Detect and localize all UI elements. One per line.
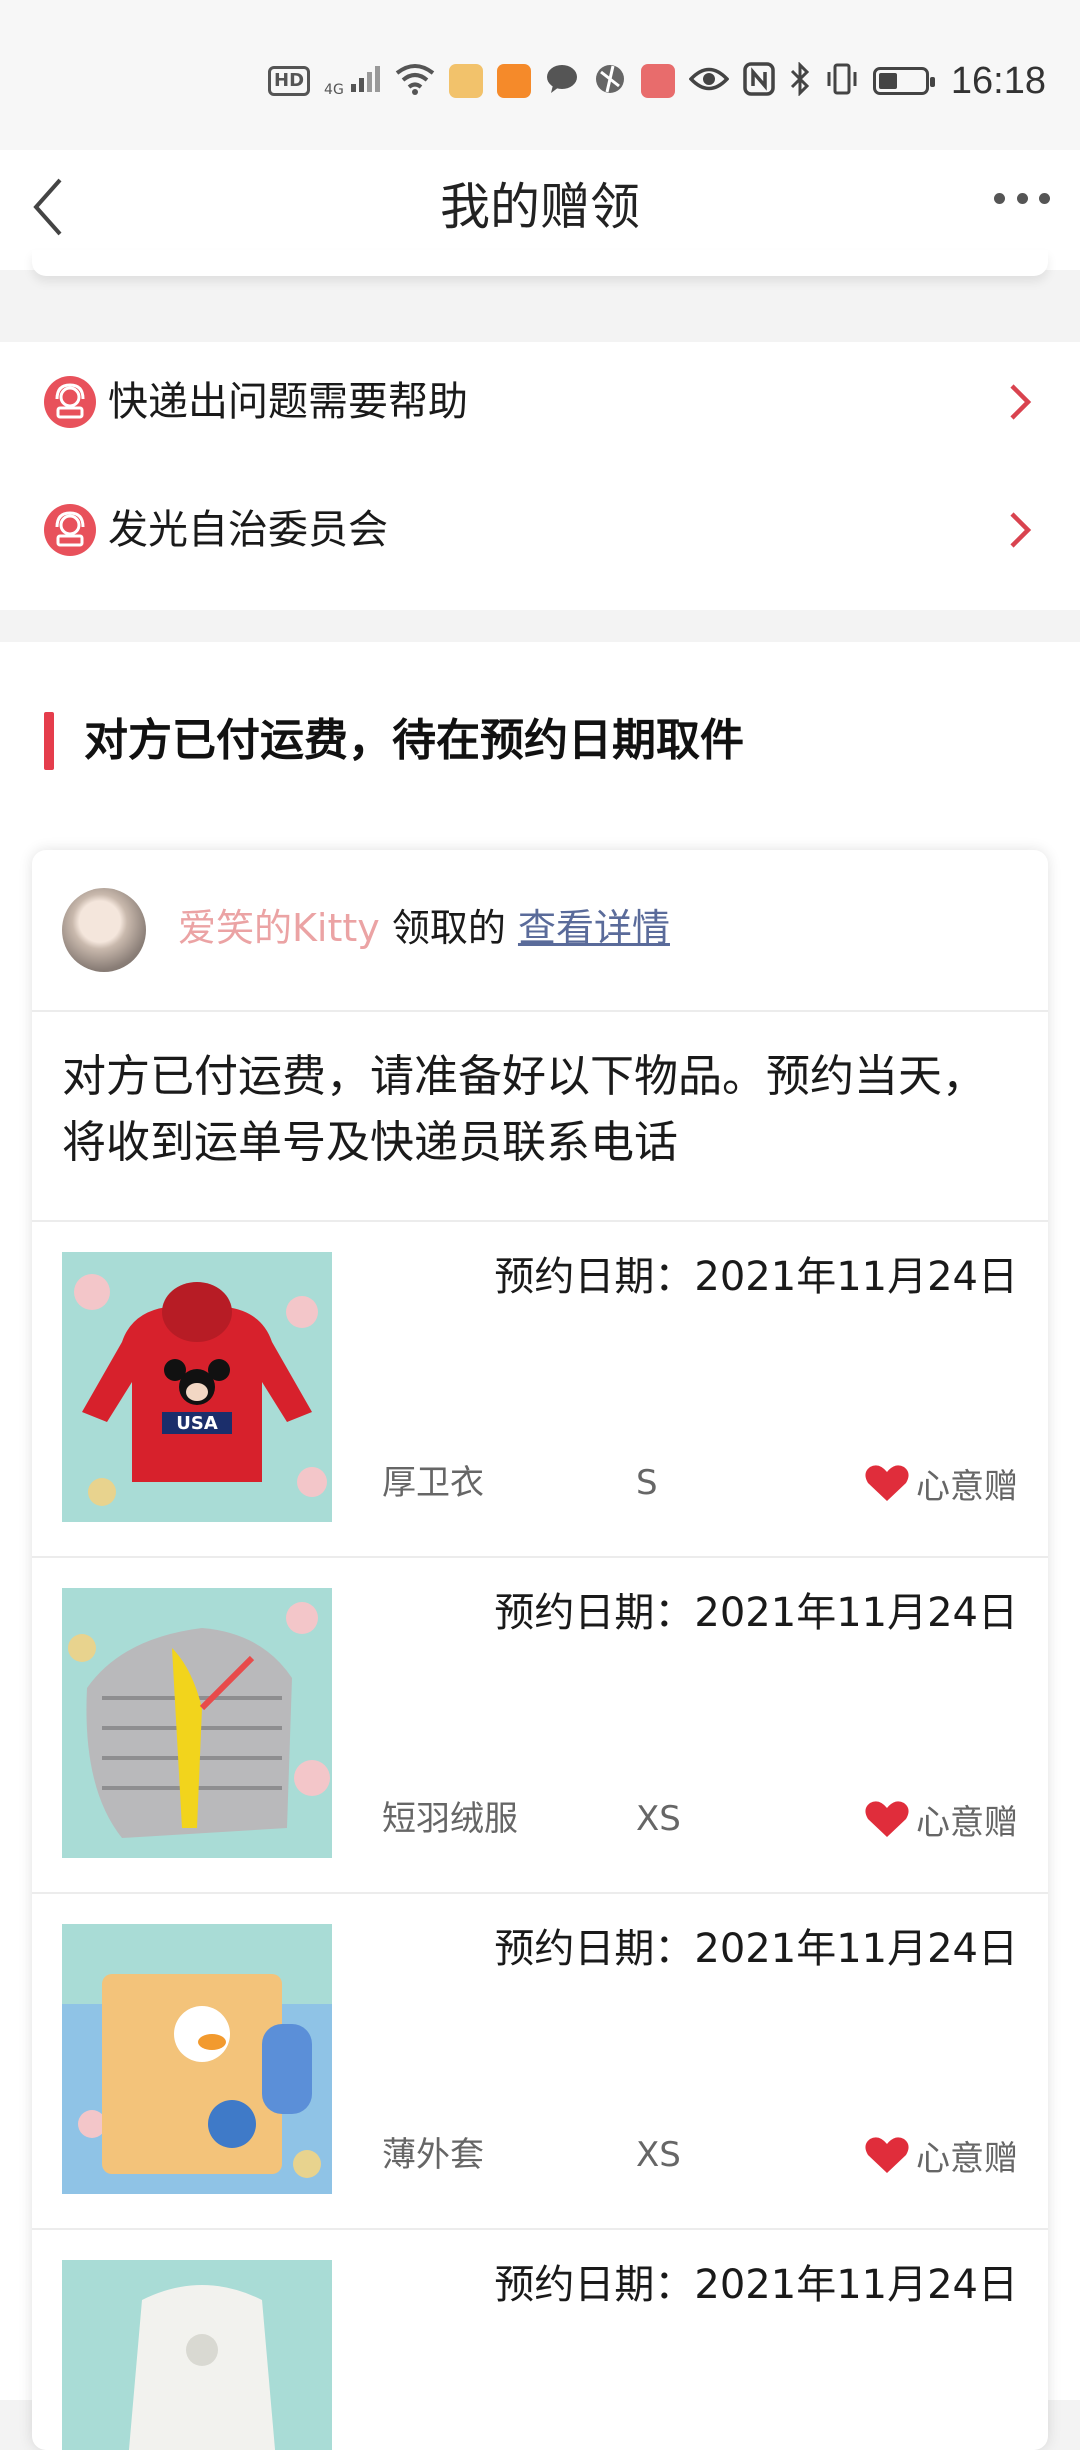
battery-icon: [872, 67, 935, 95]
pickup-date: 预约日期：2021年11月24日: [494, 1926, 1018, 1972]
hd-badge: HD: [268, 66, 311, 96]
notice-box: 对方已付运费，请准备好以下物品。预约当天，将收到运单号及快递员联系电话: [32, 1012, 1048, 1222]
vibrate-icon: [825, 62, 859, 100]
chevron-right-icon: [1008, 382, 1032, 422]
claim-info: 爱笑的Kitty 领取的 查看详情: [178, 896, 670, 960]
wifi-icon: [395, 63, 435, 99]
section-title: 对方已付运费，待在预约日期取件: [84, 715, 744, 766]
gift-badge: 心意赠: [864, 1794, 1018, 1844]
item-photo-white-clothing: [62, 2260, 332, 2450]
status-bar: HD 4G 16:18: [0, 0, 1080, 150]
notes-app-icon: [448, 64, 483, 98]
gift-badge: 心意赠: [864, 2130, 1018, 2180]
claim-word: 领取的: [391, 906, 506, 950]
notice-text: 对方已付运费，请准备好以下物品。预约当天，将收到运单号及快递员联系电话: [62, 1051, 986, 1168]
item-name: 短羽绒服: [382, 1799, 518, 1839]
help-link-delivery-problem[interactable]: 快递出问题需要帮助: [0, 342, 1080, 462]
list-item[interactable]: 预约日期：2021年11月24日: [32, 2230, 1048, 2450]
heart-icon: [865, 1801, 909, 1837]
customer-service-icon: [44, 504, 96, 556]
avatar[interactable]: [62, 888, 146, 972]
svg-text:USA: USA: [176, 1413, 218, 1434]
item-photo-silver-down-jacket: [62, 1588, 332, 1858]
pickup-date: 预约日期：2021年11月24日: [494, 1254, 1018, 1300]
gift-label: 心意赠: [916, 1802, 1018, 1843]
eye-icon: [688, 66, 730, 96]
help-link-label: 快递出问题需要帮助: [108, 379, 468, 425]
calendar-app-icon: [640, 64, 675, 98]
help-link-committee[interactable]: 发光自治委员会: [0, 470, 1080, 590]
pickup-date: 预约日期：2021年11月24日: [494, 1590, 1018, 1636]
gift-label: 心意赠: [916, 2138, 1018, 2179]
card-header: 爱笑的Kitty 领取的 查看详情: [32, 850, 1048, 1012]
browser-icon: [593, 62, 627, 100]
page-title: 我的赠领: [440, 178, 640, 236]
chevron-right-icon: [1008, 510, 1032, 550]
signal-icon: 4G: [324, 64, 381, 98]
clock: 16:18: [950, 59, 1046, 102]
gift-label: 心意赠: [916, 1466, 1018, 1507]
item-size: S: [636, 1463, 658, 1503]
heart-icon: [865, 1465, 909, 1501]
item-size: XS: [636, 2135, 681, 2175]
claim-card: 爱笑的Kitty 领取的 查看详情 对方已付运费，请准备好以下物品。预约当天，将…: [32, 850, 1048, 2450]
item-photo-yellow-light-jacket: [62, 1924, 332, 2194]
heart-icon: [865, 2137, 909, 2173]
item-name: 薄外套: [382, 2135, 484, 2175]
pickup-section: 对方已付运费，待在预约日期取件 爱笑的Kitty 领取的 查看详情 对方已付运费…: [0, 642, 1080, 2450]
more-options-icon[interactable]: [994, 188, 1050, 208]
help-links-section: 快递出问题需要帮助 发光自治委员会: [0, 342, 1080, 610]
nfc-icon: [743, 62, 775, 100]
bluetooth-icon: [789, 61, 811, 100]
section-accent-bar: [44, 712, 54, 770]
previous-card-edge: [32, 250, 1048, 276]
item-photo-red-hoodie: USA: [62, 1252, 332, 1522]
list-item[interactable]: 预约日期：2021年11月24日 短羽绒服 XS 心意赠: [32, 1558, 1048, 1894]
status-icons: HD 4G 16:18: [268, 58, 1046, 104]
message-icon: [545, 63, 579, 99]
claimer-name[interactable]: 爱笑的Kitty: [178, 906, 380, 950]
customer-service-icon: [44, 376, 96, 428]
network-type-label: 4G: [324, 82, 344, 98]
pickup-date: 预约日期：2021年11月24日: [494, 2262, 1018, 2308]
item-size: XS: [636, 1799, 681, 1839]
list-item[interactable]: 预约日期：2021年11月24日 薄外套 XS 心意赠: [32, 1894, 1048, 2230]
video-app-icon: [496, 64, 531, 98]
item-name: 厚卫衣: [382, 1463, 484, 1503]
gift-badge: 心意赠: [864, 1458, 1018, 1508]
help-link-label: 发光自治委员会: [108, 507, 388, 553]
view-details-link[interactable]: 查看详情: [518, 906, 670, 950]
list-item[interactable]: USA 预约日期：2021年11月24日 厚卫衣 S 心意赠: [32, 1222, 1048, 1558]
